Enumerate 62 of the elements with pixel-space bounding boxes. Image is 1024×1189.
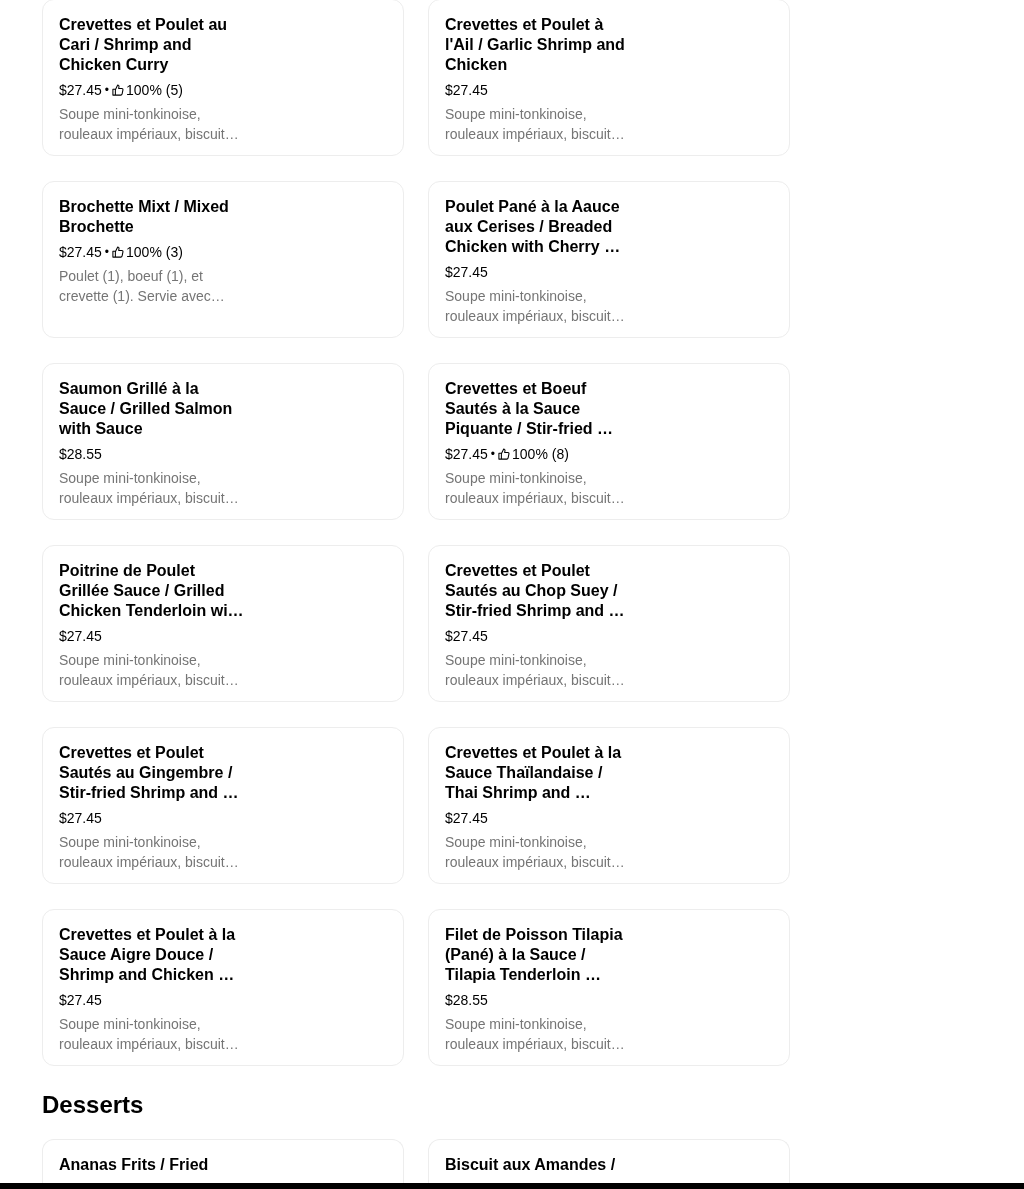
item-price: $27.45 [445,627,488,646]
item-name: Crevettes et Poulet au Cari / Shrimp and Chicken Curry [59,15,229,75]
item-price: $27.45 [59,991,102,1010]
item-description: Soupe mini-tonkinoise, rouleaux impériaux, biscuit… [59,1015,240,1054]
item-price: $28.55 [445,991,488,1010]
item-description: Soupe mini-tonkinoise, rouleaux impériaux, biscuit… [59,833,240,872]
menu-item-card[interactable]: Crevettes et Poulet au Cari / Shrimp and Chicken Curry $27.45 • 100% (5) Soupe mini-tonkinoise, rouleaux impériaux, biscuit… [42,0,404,156]
menu-item-card[interactable]: Ananas Frits / Fried [42,1139,404,1183]
item-price: $27.45 [445,809,488,828]
item-price: $27.45 [445,445,488,464]
item-price: $27.45 [59,81,102,100]
item-name: Brochette Mixt / Mixed Brochette [59,197,230,237]
menu-item-card[interactable]: Crevettes et Poulet à la Sauce Thaïlandaise / Thai Shrimp and … $27.45 Soupe mini-tonkinoise, rouleaux impériaux, biscuit… [428,727,790,884]
item-name: Crevettes et Poulet à la Sauce Aigre Douce / Shrimp and Chicken … [59,925,237,985]
item-price: $27.45 [59,809,102,828]
item-name: Biscuit aux Amandes / [445,1155,616,1175]
item-description: Soupe mini-tonkinoise, rouleaux impériaux, biscuit… [445,287,626,326]
rating-text: 100% (8) [512,445,569,464]
item-price: $27.45 [59,627,102,646]
menu-item-card[interactable]: Crevettes et Poulet à l'Ail / Garlic Shrimp and Chicken $27.45 Soupe mini-tonkinoise, rouleaux impériaux, biscuit… [428,0,790,156]
item-name: Ananas Frits / Fried [59,1155,209,1175]
item-price: $27.45 [445,263,488,282]
item-price: $28.55 [59,445,102,464]
item-name: Crevettes et Poulet Sautés au Chop Suey / Stir-fried Shrimp and … [445,561,626,621]
menu-item-card[interactable]: Crevettes et Poulet à la Sauce Aigre Douce / Shrimp and Chicken … $27.45 Soupe mini-tonkinoise, rouleaux impériaux, biscuit… [42,909,404,1066]
item-description: Soupe mini-tonkinoise, rouleaux impériaux, biscuit… [445,469,626,508]
item-description: Soupe mini-tonkinoise, rouleaux impériaux, biscuit… [445,833,626,872]
item-name: Crevettes et Boeuf Sautés à la Sauce Piquante / Stir-fried … [445,379,614,439]
separator: • [104,82,110,99]
item-description: Soupe mini-tonkinoise, rouleaux impériaux, biscuit… [445,1015,626,1054]
item-price: $27.45 [445,81,488,100]
menu-item-card[interactable]: Crevettes et Poulet Sautés au Gingembre / Stir-fried Shrimp and … $27.45 Soupe mini-tonkinoise, rouleaux impériaux, biscuit… [42,727,404,884]
menu-item-card[interactable]: Crevettes et Boeuf Sautés à la Sauce Piquante / Stir-fried … $27.45 • 100% (8) Soupe mini-tonkinoise, rouleaux impériaux, biscuit… [428,363,790,520]
item-description: Poulet (1), boeuf (1), et crevette (1). Servie avec… [59,267,226,306]
item-name: Crevettes et Poulet à la Sauce Thaïlandaise / Thai Shrimp and … [445,743,623,803]
item-name: Crevettes et Poulet Sautés au Gingembre / Stir-fried Shrimp and … [59,743,240,803]
item-description: Soupe mini-tonkinoise, rouleaux impériaux, biscuit… [59,105,240,144]
item-name: Saumon Grillé à la Sauce / Grilled Salmon with Sauce [59,379,234,439]
item-description: Soupe mini-tonkinoise, rouleaux impériaux, biscuit… [59,651,240,690]
menu-item-card[interactable]: Biscuit aux Amandes / [428,1139,790,1183]
menu-item-card[interactable]: Saumon Grillé à la Sauce / Grilled Salmon with Sauce $28.55 Soupe mini-tonkinoise, rouleaux impériaux, biscuit… [42,363,404,520]
section-heading: Desserts [42,1090,144,1120]
rating-text: 100% (3) [126,243,183,262]
item-price: $27.45 [59,243,102,262]
item-description: Soupe mini-tonkinoise, rouleaux impériaux, biscuit… [445,105,626,144]
item-name: Filet de Poisson Tilapia (Pané) à la Sauce / Tilapia Tenderloin … [445,925,624,985]
item-description: Soupe mini-tonkinoise, rouleaux impériaux, biscuit… [445,651,626,690]
thumbs-up-icon [112,84,125,96]
thumbs-up-icon [112,246,125,258]
menu-item-card[interactable]: Brochette Mixt / Mixed Brochette $27.45 • 100% (3) Poulet (1), boeuf (1), et crevette (1). Servie avec… [42,181,404,338]
separator: • [104,244,110,261]
menu-item-card[interactable]: Crevettes et Poulet Sautés au Chop Suey / Stir-fried Shrimp and … $27.45 Soupe mini-tonkinoise, rouleaux impériaux, biscuit… [428,545,790,702]
menu-item-card[interactable]: Filet de Poisson Tilapia (Pané) à la Sauce / Tilapia Tenderloin … $28.55 Soupe mini-tonkinoise, rouleaux impériaux, biscuit… [428,909,790,1066]
item-name: Poulet Pané à la Aauce aux Cerises / Breaded Chicken with Cherry … [445,197,622,257]
separator: • [490,446,496,463]
menu-item-card[interactable]: Poulet Pané à la Aauce aux Cerises / Breaded Chicken with Cherry … $27.45 Soupe mini-tonkinoise, rouleaux impériaux, biscuit… [428,181,790,338]
thumbs-up-icon [498,448,511,460]
item-name: Crevettes et Poulet à l'Ail / Garlic Shrimp and Chicken [445,15,626,75]
item-name: Poitrine de Poulet Grillée Sauce / Grilled Chicken Tenderloin wi… [59,561,245,621]
item-description: Soupe mini-tonkinoise, rouleaux impériaux, biscuit… [59,469,240,508]
menu-item-card[interactable]: Poitrine de Poulet Grillée Sauce / Grilled Chicken Tenderloin wi… $27.45 Soupe mini-tonkinoise, rouleaux impériaux, biscuit… [42,545,404,702]
rating-text: 100% (5) [126,81,183,100]
